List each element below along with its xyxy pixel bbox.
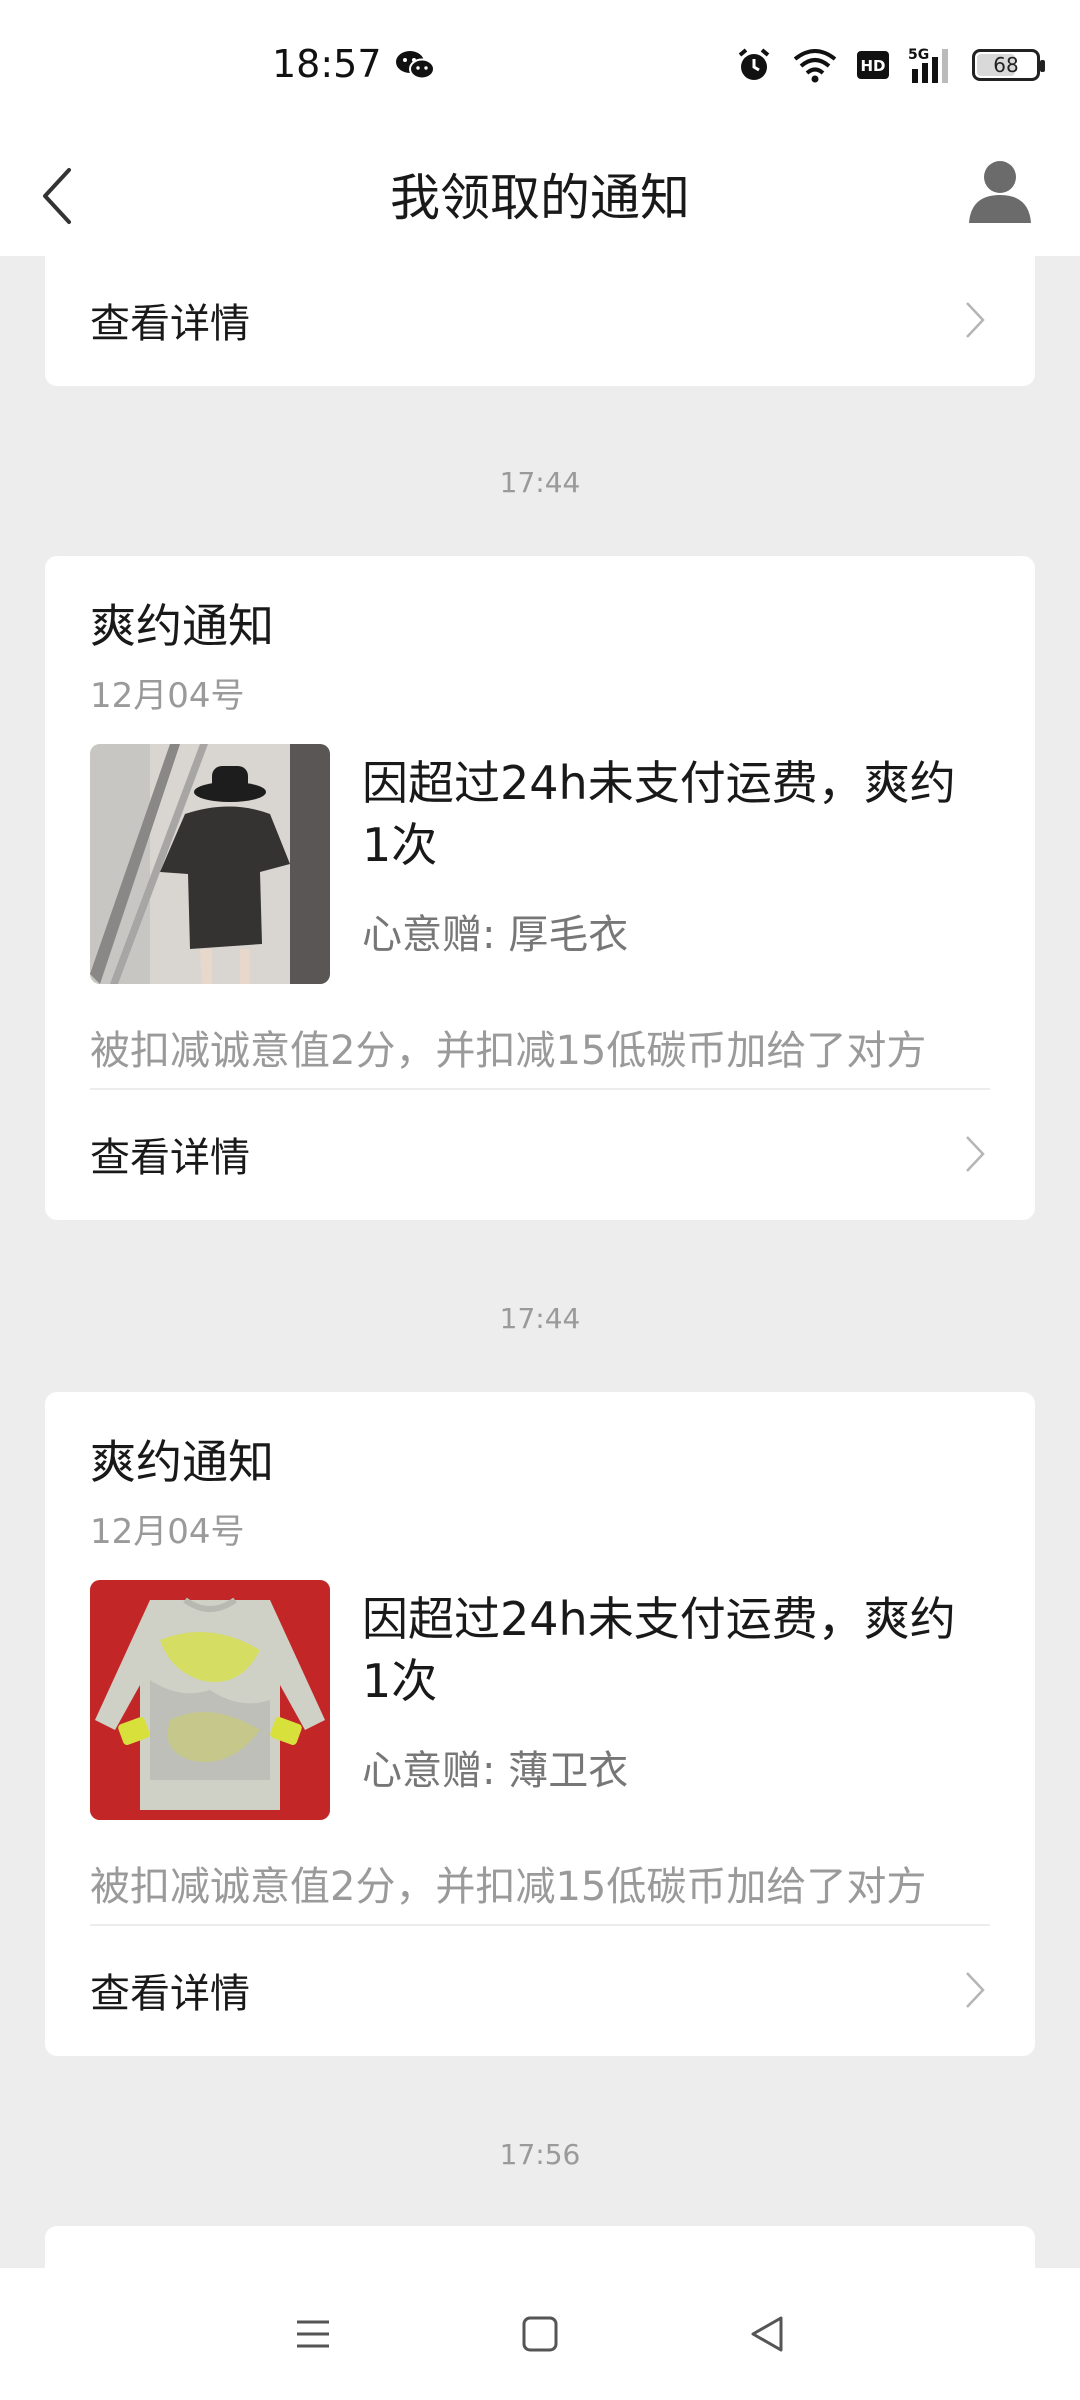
view-details-row[interactable]: 查看详情 [90,256,990,386]
user-avatar-icon [969,161,1031,223]
status-bar: 18:57 HD 5G 68 [0,0,1080,132]
back-triangle-icon [751,2316,783,2352]
item-thumbnail[interactable] [90,1580,330,1820]
notification-card[interactable] [45,2226,1035,2268]
navigation-bar: 我领取的通知 [0,132,1080,256]
back-nav-button[interactable] [727,2294,807,2374]
battery-icon: 68 [972,49,1045,81]
alarm-icon [734,45,774,85]
timestamp: 17:56 [499,2138,581,2171]
card-title: 爽约通知 [90,1435,274,1489]
card-message: 因超过24h未支付运费，爽约1次 [362,756,956,872]
notification-card[interactable]: 爽约通知 12月04号 因超过24h未支付运费，爽约1次 心意赠: 薄卫衣 被扣… [45,1392,1035,2056]
card-date: 12月04号 [90,676,245,716]
status-icons: HD 5G 68 [734,40,1045,90]
wifi-icon [792,45,838,85]
timestamp: 17:44 [499,466,581,499]
user-avatar-button[interactable] [956,146,1044,234]
menu-icon [297,2320,330,2348]
chevron-right-icon [960,1134,990,1174]
card-gift: 心意赠: 薄卫衣 [362,1748,629,1794]
menu-button[interactable] [273,2294,353,2374]
svg-text:5G: 5G [908,47,929,63]
svg-text:HD: HD [860,57,885,75]
card-date: 12月04号 [90,1512,245,1552]
sweater-photo [90,744,330,984]
timestamp: 17:44 [499,1302,581,1335]
home-icon [522,2316,558,2352]
card-gift: 心意赠: 厚毛衣 [362,912,629,958]
item-thumbnail[interactable] [90,744,330,984]
notification-card: 查看详情 [45,256,1035,386]
notification-list[interactable]: 查看详情 17:44 爽约通知 12月04号 因超过24h未支付运费，爽约1次 [0,256,1080,2268]
view-details-row[interactable]: 查看详情 [90,1924,990,2056]
chevron-right-icon [960,300,990,340]
5g-signal-icon: 5G [908,45,954,85]
status-time: 18:57 [272,42,382,86]
sweatshirt-photo [90,1580,330,1820]
wechat-icon [394,48,436,82]
view-details-label: 查看详情 [90,1971,250,2017]
card-title: 爽约通知 [90,599,274,653]
view-details-label: 查看详情 [90,301,250,347]
card-message: 因超过24h未支付运费，爽约1次 [362,1592,956,1708]
system-navigation-bar [0,2268,1080,2400]
page-title: 我领取的通知 [390,169,690,227]
chevron-right-icon [960,1970,990,2010]
card-description: 被扣减诚意值2分，并扣减15低碳币加给了对方 [90,1028,927,1074]
view-details-row[interactable]: 查看详情 [90,1088,990,1220]
battery-level: 68 [993,53,1019,77]
view-details-label: 查看详情 [90,1135,250,1181]
home-button[interactable] [500,2294,580,2374]
card-description: 被扣减诚意值2分，并扣减15低碳币加给了对方 [90,1864,927,1910]
notification-card[interactable]: 爽约通知 12月04号 因超过24h未支付运费，爽约1次 心意赠: 厚毛衣 被扣… [45,556,1035,1220]
hd-icon: HD [856,45,890,85]
